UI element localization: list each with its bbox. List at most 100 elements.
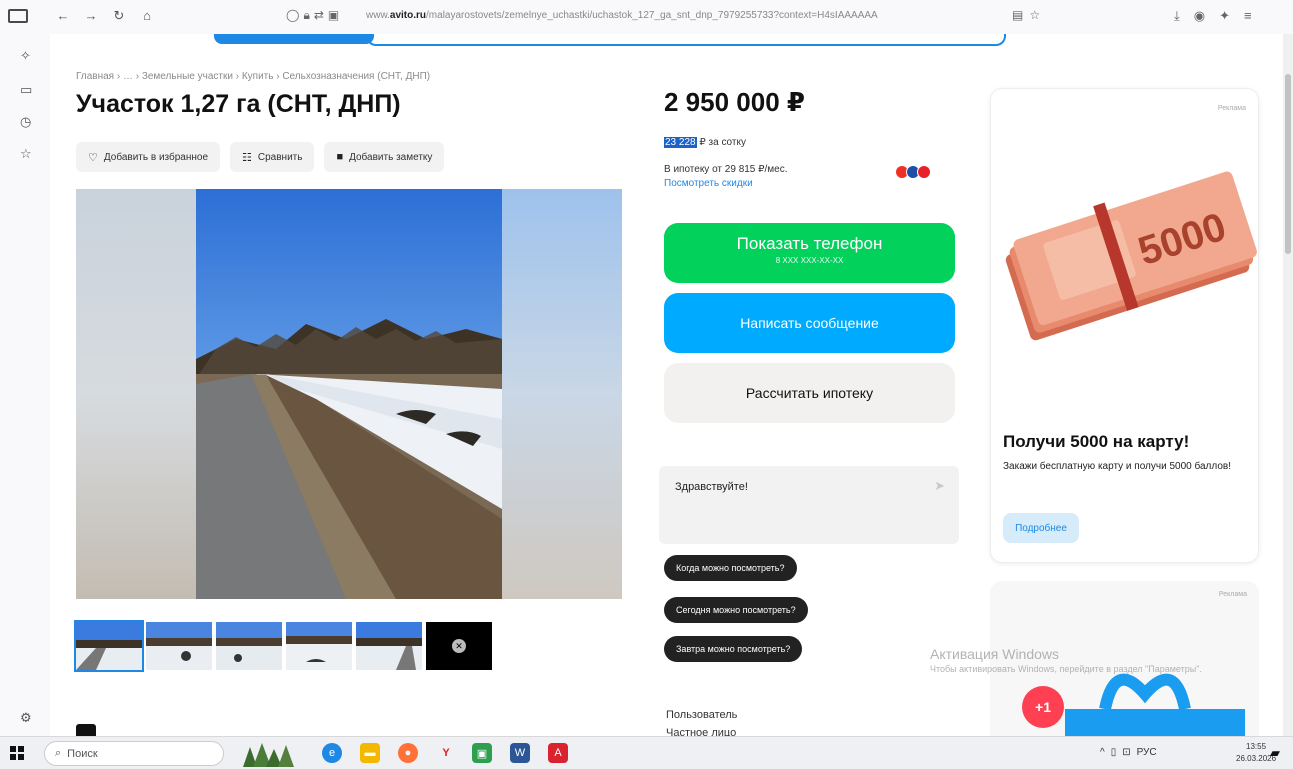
price-per-sotka: 23 228 ₽ за сотку <box>664 137 746 148</box>
site-icon[interactable]: ▣ <box>328 8 339 23</box>
seller-label: Пользователь <box>666 709 738 721</box>
compare-button[interactable]: ☷ Сравнить <box>230 142 315 172</box>
discounts-link[interactable]: Посмотреть скидки <box>664 178 753 189</box>
banknotes-image: 5000 <box>1005 171 1257 341</box>
quick-reply-chip[interactable]: Завтра можно посмотреть? <box>664 636 803 662</box>
thumbnail[interactable] <box>286 622 352 670</box>
thumbnail-image <box>76 622 142 670</box>
search-icon: ⌕ <box>55 747 62 759</box>
photo-thumbnails: ✕ <box>74 620 492 672</box>
network-icon[interactable]: ⊡ <box>1122 747 1130 758</box>
bank-logo <box>917 165 931 179</box>
taskbar-search[interactable]: ⌕ Поиск <box>44 741 224 766</box>
thumbnail[interactable] <box>74 620 144 672</box>
notifications-icon[interactable]: ▰ <box>1270 745 1280 761</box>
language-indicator[interactable]: РУС <box>1137 747 1157 758</box>
ad-label: Реклама <box>1218 591 1247 598</box>
forest-widget-icon[interactable] <box>238 739 298 769</box>
chevron-up-icon[interactable]: ^ <box>1100 747 1105 758</box>
lock-icon[interactable]: 🔒︎ <box>303 8 309 23</box>
listing-actions: ♡ Добавить в избранное ☷ Сравнить ■ Доба… <box>76 142 445 172</box>
add-note-button[interactable]: ■ Добавить заметку <box>324 142 445 172</box>
price: 2 950 000 ₽ <box>664 87 805 117</box>
phone-mask: 8 XXX XXX-XX-XX <box>775 256 844 265</box>
note-icon: ■ <box>336 151 344 163</box>
settings-icon[interactable]: ⚙ <box>20 710 32 726</box>
quick-reply-chip[interactable]: Сегодня можно посмотреть? <box>664 597 808 623</box>
thumbnail-image <box>216 622 282 670</box>
toolbar-right: ⤓ ◉ ✦ ≡ <box>1174 8 1252 24</box>
breadcrumb[interactable]: Главная › … › Земельные участки › Купить… <box>76 71 430 82</box>
edge-icon[interactable]: e <box>322 743 342 763</box>
forward-icon[interactable]: → <box>80 8 102 24</box>
message-placeholder: Здравствуйте! <box>675 481 748 493</box>
mortgage-text: В ипотеку от 29 815 ₽/мес. <box>664 164 788 175</box>
app-green-icon[interactable]: ▣ <box>472 743 492 763</box>
thumbnail[interactable] <box>356 622 422 670</box>
price-per-sotka-suffix: ₽ за сотку <box>696 137 746 148</box>
add-favorite-label: Добавить в избранное <box>103 151 209 163</box>
thumbnail-image <box>356 622 422 670</box>
yandex-icon[interactable]: Y <box>436 743 456 763</box>
thumbnail[interactable] <box>146 622 212 670</box>
battery-icon[interactable]: ▯ <box>1111 747 1117 758</box>
scrollbar-thumb[interactable] <box>1285 74 1291 254</box>
photo-blur-left <box>76 189 196 599</box>
thumbnail[interactable] <box>216 622 282 670</box>
menu-icon[interactable]: ≡ <box>1244 8 1252 24</box>
browser-toolbar: ← → ↻ ⌂ ◯ 🔒︎ ⇄ ▣ www.avito.ru/malayarost… <box>0 0 1293 34</box>
more-photos-thumbnail[interactable]: ✕ <box>426 622 492 670</box>
file-explorer-icon[interactable]: ▬ <box>360 743 380 763</box>
compare-icon: ☷ <box>242 151 252 164</box>
address-bar-url[interactable]: www.avito.ru/malayarostovets/zemelnye_uc… <box>366 10 966 21</box>
ad-description: Закажи бесплатную карту и получи 5000 ба… <box>1003 461 1231 472</box>
back-icon[interactable]: ← <box>52 8 74 24</box>
heart-icon: ♡ <box>88 151 98 164</box>
write-message-button[interactable]: Написать сообщение <box>664 293 955 353</box>
main-photo[interactable] <box>76 189 622 599</box>
home-icon[interactable]: ⌂ <box>136 8 158 24</box>
gift-icon[interactable] <box>1045 639 1245 736</box>
permissions-icon[interactable]: ⇄ <box>314 8 324 23</box>
section-heading-cut <box>76 724 96 736</box>
ad-card[interactable]: Реклама 5000 Получи 5000 на карту! Закаж… <box>990 88 1259 563</box>
browser-sidebar: ✧ ▭ ◷ ☆ ⚙ <box>0 34 50 736</box>
address-bar-actions: ▤ ☆ <box>1012 8 1040 22</box>
windows-start-icon[interactable] <box>10 746 24 760</box>
add-favorite-button[interactable]: ♡ Добавить в избранное <box>76 142 221 172</box>
bookmarks-icon[interactable]: ☆ <box>20 146 32 162</box>
windows-taskbar: ⌕ Поиск e ▬ ● Y ▣ W A ^ ▯ ⊡ РУС 13:55 26… <box>0 736 1293 769</box>
plus-one-badge[interactable]: +1 <box>1022 686 1064 728</box>
pdf-icon[interactable]: A <box>548 743 568 763</box>
download-icon[interactable]: ⤓ <box>1174 8 1180 24</box>
send-icon[interactable]: ➤ <box>934 478 945 494</box>
address-bar-icons: ◯ 🔒︎ ⇄ ▣ <box>286 8 339 23</box>
word-icon[interactable]: W <box>510 743 530 763</box>
calculate-mortgage-button[interactable]: Рассчитать ипотеку <box>664 363 955 423</box>
clipboard-icon[interactable]: ▭ <box>20 82 32 98</box>
photo-road-snow <box>196 189 502 599</box>
show-phone-label: Показать телефон <box>736 234 883 253</box>
compare-label: Сравнить <box>257 151 303 163</box>
ad-title: Получи 5000 на карту! <box>1003 432 1190 451</box>
reload-icon[interactable]: ↻ <box>108 8 130 24</box>
tabs-icon[interactable] <box>8 9 28 23</box>
page-scrollbar[interactable] <box>1283 34 1293 736</box>
reader-icon[interactable]: ▤ <box>1012 8 1023 22</box>
quick-reply-chip[interactable]: Когда можно посмотреть? <box>664 555 797 581</box>
ai-icon[interactable]: ✧ <box>20 48 31 64</box>
firefox-icon[interactable]: ● <box>398 743 418 763</box>
ad-more-button[interactable]: Подробнее <box>1003 513 1079 543</box>
account-icon[interactable]: ◉ <box>1194 8 1205 24</box>
bookmark-star-icon[interactable]: ☆ <box>1029 8 1040 22</box>
shield-icon[interactable]: ◯ <box>286 8 299 23</box>
history-icon[interactable]: ◷ <box>20 114 31 130</box>
message-input[interactable]: Здравствуйте! ➤ <box>659 466 959 544</box>
header-search-outline <box>366 34 1006 46</box>
seller-type: Частное лицо <box>666 727 737 736</box>
add-note-label: Добавить заметку <box>349 151 433 163</box>
header-blue-strip <box>214 34 374 44</box>
extensions-icon[interactable]: ✦ <box>1219 8 1230 24</box>
show-phone-button[interactable]: Показать телефон 8 XXX XXX-XX-XX <box>664 223 955 283</box>
listing-page: Главная › … › Земельные участки › Купить… <box>50 34 1293 736</box>
